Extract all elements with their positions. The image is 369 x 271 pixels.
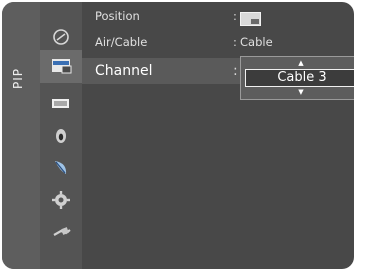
channel-selected-value[interactable]: Cable 3 [245,69,354,87]
channel-separator: : [233,63,238,79]
channel-dropdown[interactable]: ▲ Cable 3 ▼ [240,56,354,100]
menu-icon-column [40,2,82,269]
menu-content: Position : Air/Cable : Cable Channel : [82,2,354,269]
pip-icon[interactable] [40,50,82,83]
pip-position-icon [240,12,261,26]
menu-title: PIP [11,67,25,89]
pip-menu-panel: PIP Position: Air/Cable: Cable Channel… [2,2,354,269]
dropdown-up-arrow-icon[interactable]: ▲ [296,59,306,67]
position-separator: : [233,9,237,23]
input-plug-icon[interactable] [40,214,82,247]
channel-label: Channel [95,63,153,79]
sound-icon[interactable] [40,118,82,151]
air-cable-label: Air/Cable [95,35,148,49]
air-cable-separator: : [233,35,237,49]
picture-mode-icon[interactable] [40,20,82,53]
air-cable-row[interactable]: Air/Cable : Cable [82,34,354,50]
setup-gear-icon[interactable] [40,182,82,215]
position-row[interactable]: Position : [82,8,354,26]
position-label: Position [95,9,140,23]
air-cable-value: Cable [240,35,273,49]
screen-icon[interactable] [40,88,82,121]
channel-antenna-icon[interactable] [40,150,82,183]
menu-title-strip: PIP [2,2,40,269]
dropdown-down-arrow-icon[interactable]: ▼ [296,88,306,96]
